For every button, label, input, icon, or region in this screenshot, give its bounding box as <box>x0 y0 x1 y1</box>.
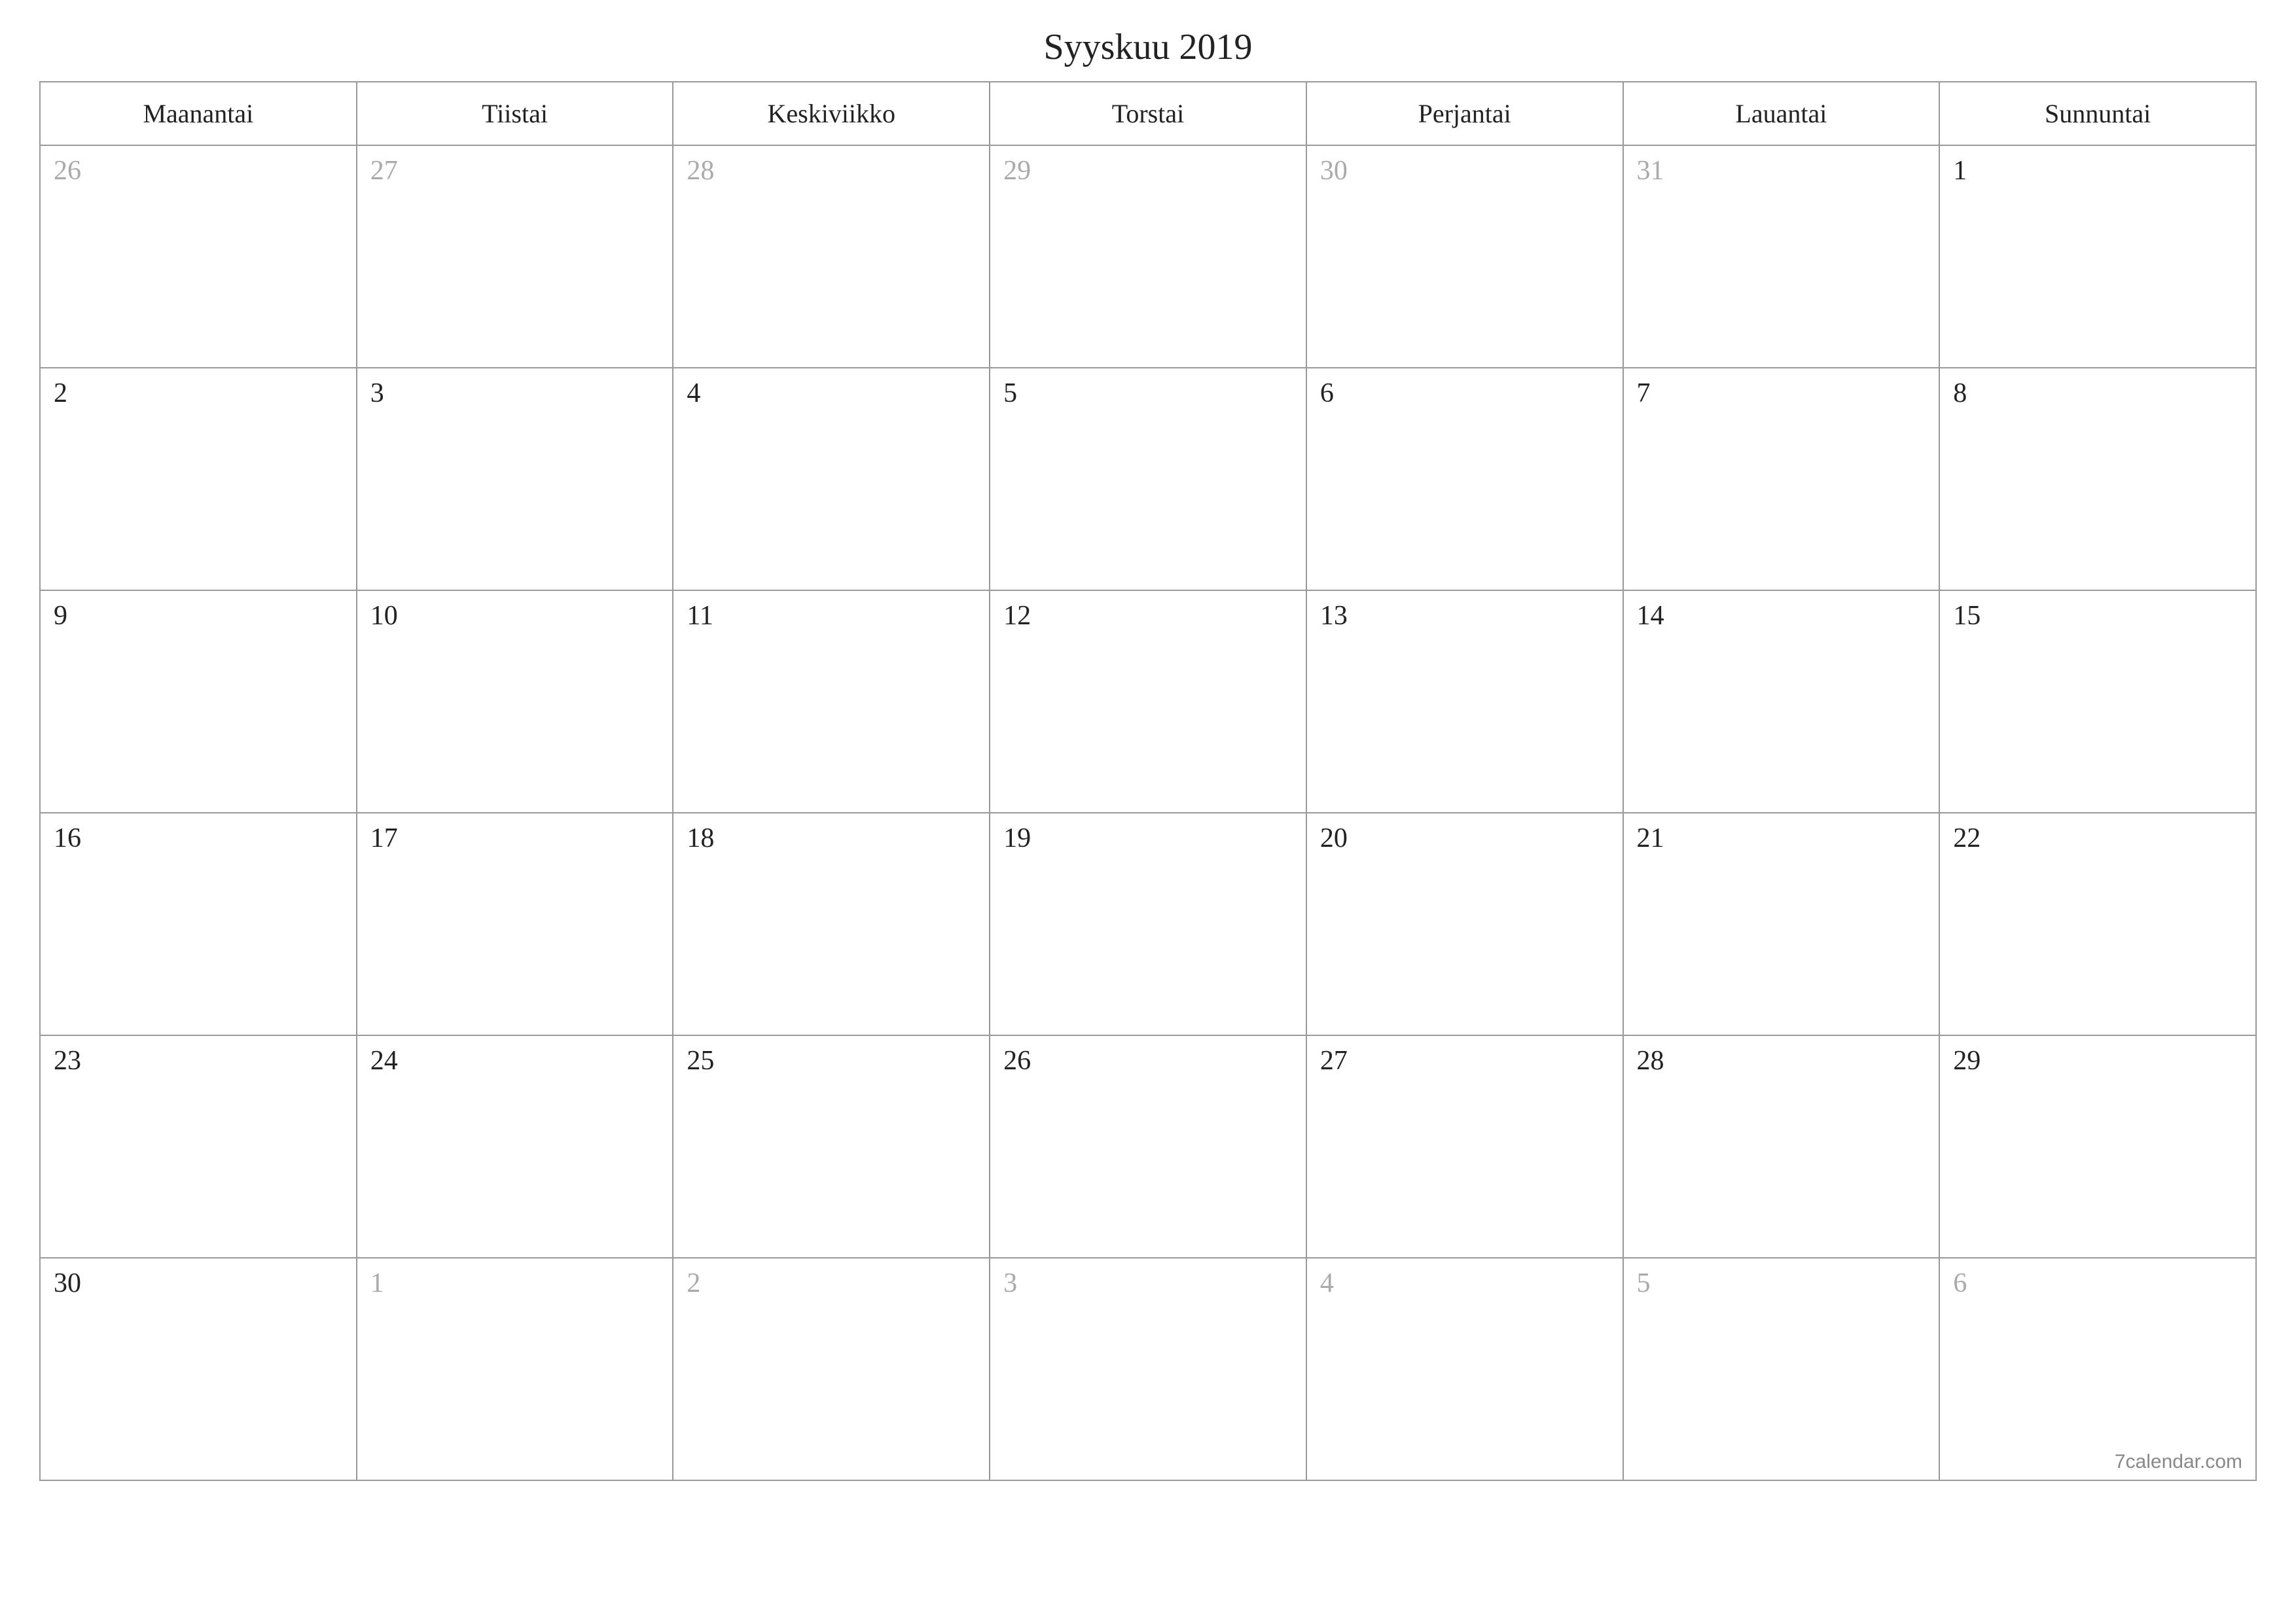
day-cell: 11 <box>673 590 990 813</box>
day-cell: 8 <box>1939 368 2256 590</box>
day-cell: 4 <box>673 368 990 590</box>
day-cell: 26 <box>40 145 357 368</box>
day-cell: 1 <box>357 1258 673 1480</box>
day-cell: 27 <box>1306 1035 1623 1258</box>
weekday-header: Sunnuntai <box>1939 82 2256 145</box>
day-cell: 25 <box>673 1035 990 1258</box>
weekday-header: Perjantai <box>1306 82 1623 145</box>
calendar-week-row: 30 1 2 3 4 5 6 7calendar.com <box>40 1258 2256 1480</box>
day-cell: 4 <box>1306 1258 1623 1480</box>
calendar-grid: Maanantai Tiistai Keskiviikko Torstai Pe… <box>39 81 2257 1481</box>
day-number: 6 <box>1953 1268 1967 1298</box>
day-cell: 3 <box>990 1258 1306 1480</box>
day-cell: 24 <box>357 1035 673 1258</box>
day-cell: 19 <box>990 813 1306 1035</box>
calendar-week-row: 9 10 11 12 13 14 15 <box>40 590 2256 813</box>
weekday-header: Lauantai <box>1623 82 1940 145</box>
day-cell: 2 <box>40 368 357 590</box>
weekday-header: Torstai <box>990 82 1306 145</box>
weekday-header: Maanantai <box>40 82 357 145</box>
day-cell: 14 <box>1623 590 1940 813</box>
day-cell: 27 <box>357 145 673 368</box>
day-cell: 28 <box>673 145 990 368</box>
calendar-week-row: 23 24 25 26 27 28 29 <box>40 1035 2256 1258</box>
day-cell: 12 <box>990 590 1306 813</box>
day-cell: 23 <box>40 1035 357 1258</box>
day-cell: 30 <box>40 1258 357 1480</box>
day-cell: 7 <box>1623 368 1940 590</box>
day-cell: 17 <box>357 813 673 1035</box>
day-cell: 20 <box>1306 813 1623 1035</box>
day-cell: 2 <box>673 1258 990 1480</box>
calendar-body: 26 27 28 29 30 31 1 2 3 4 5 6 7 8 9 10 1… <box>40 145 2256 1480</box>
day-cell: 6 <box>1306 368 1623 590</box>
day-cell: 3 <box>357 368 673 590</box>
day-cell: 16 <box>40 813 357 1035</box>
day-cell: 18 <box>673 813 990 1035</box>
calendar-week-row: 26 27 28 29 30 31 1 <box>40 145 2256 368</box>
calendar-week-row: 16 17 18 19 20 21 22 <box>40 813 2256 1035</box>
day-cell: 29 <box>1939 1035 2256 1258</box>
footer-credit: 7calendar.com <box>2115 1451 2242 1473</box>
day-cell: 22 <box>1939 813 2256 1035</box>
day-cell: 13 <box>1306 590 1623 813</box>
day-cell: 26 <box>990 1035 1306 1258</box>
day-cell: 5 <box>990 368 1306 590</box>
calendar-week-row: 2 3 4 5 6 7 8 <box>40 368 2256 590</box>
weekday-header-row: Maanantai Tiistai Keskiviikko Torstai Pe… <box>40 82 2256 145</box>
day-cell: 29 <box>990 145 1306 368</box>
weekday-header: Tiistai <box>357 82 673 145</box>
day-cell: 31 <box>1623 145 1940 368</box>
day-cell: 28 <box>1623 1035 1940 1258</box>
day-cell: 10 <box>357 590 673 813</box>
calendar-title: Syyskuu 2019 <box>39 26 2257 68</box>
day-cell: 15 <box>1939 590 2256 813</box>
day-cell: 30 <box>1306 145 1623 368</box>
day-cell: 1 <box>1939 145 2256 368</box>
day-cell: 9 <box>40 590 357 813</box>
day-cell: 6 7calendar.com <box>1939 1258 2256 1480</box>
day-cell: 5 <box>1623 1258 1940 1480</box>
weekday-header: Keskiviikko <box>673 82 990 145</box>
day-cell: 21 <box>1623 813 1940 1035</box>
